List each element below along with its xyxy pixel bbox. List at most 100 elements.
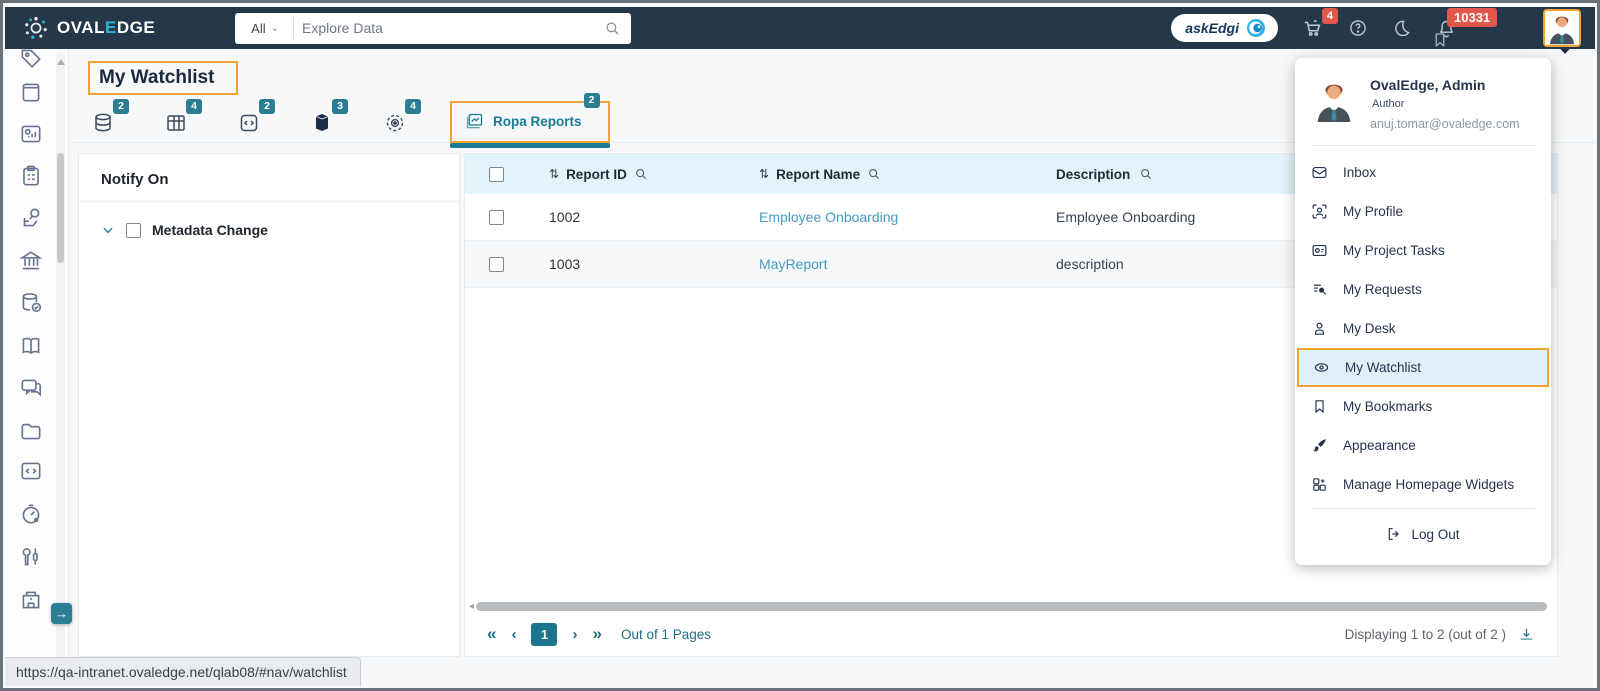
displaying-label: Displaying 1 to 2 (out of 2 ) (1344, 626, 1506, 642)
sort-icon[interactable]: ⇅ (549, 167, 559, 181)
table-icon (167, 115, 185, 131)
left-sidebar (5, 49, 69, 686)
row-checkbox[interactable] (489, 256, 504, 272)
tab-ropa-reports[interactable]: Ropa Reports 2 (450, 93, 611, 148)
tab-queries[interactable]: 2 (237, 99, 275, 137)
menu-item-inbox[interactable]: Inbox (1295, 153, 1551, 192)
sidebar-item-query-sheet[interactable] (18, 458, 46, 486)
tab-services-count: 4 (405, 99, 421, 114)
menu-item-label: My Bookmarks (1343, 399, 1433, 414)
tab-databases[interactable]: 2 (91, 99, 129, 137)
status-url: https://qa-intranet.ovaledge.net/qlab08/… (16, 664, 347, 680)
header-report-name[interactable]: Report Name (776, 167, 860, 182)
sidebar-item-governance[interactable] (18, 248, 46, 276)
search-icon[interactable] (634, 167, 648, 181)
sidebar-item-glossary[interactable] (18, 333, 46, 361)
row-checkbox[interactable] (489, 209, 504, 225)
report-icon (466, 113, 483, 129)
user-role: Author (1372, 98, 1405, 110)
sidebar-item-reports[interactable] (18, 121, 46, 149)
sidebar-item-projects[interactable] (18, 418, 46, 446)
report-description-cell: Employee Onboarding (1056, 209, 1196, 225)
notifications-button[interactable]: 10331 (1436, 7, 1498, 39)
report-name-link[interactable]: MayReport (759, 256, 827, 272)
current-page-indicator[interactable]: 1 (531, 622, 558, 646)
tab-tables-count: 4 (186, 99, 202, 114)
user-avatar-button[interactable] (1543, 9, 1581, 47)
search-icon (606, 22, 619, 35)
search-scope-dropdown[interactable]: All ⌄ (245, 21, 285, 36)
askedgi-eye-icon (1247, 19, 1265, 37)
file-cube-icon (315, 114, 329, 131)
header-report-id[interactable]: Report ID (566, 167, 627, 182)
askedgi-button[interactable]: askEdgi (1171, 14, 1278, 42)
download-icon[interactable] (1518, 626, 1535, 643)
cart-button[interactable]: 4 (1302, 8, 1338, 39)
sidebar-item-journal[interactable] (18, 79, 46, 107)
sidebar-scrollbar[interactable] (56, 53, 65, 682)
timer-icon (22, 504, 40, 524)
theme-toggle-button[interactable] (1392, 18, 1412, 38)
menu-item-manage-homepage-widgets[interactable]: Manage Homepage Widgets (1295, 465, 1551, 504)
search-icon[interactable] (867, 167, 881, 181)
metadata-change-row[interactable]: Metadata Change (79, 202, 459, 258)
menu-item-my-project-tasks[interactable]: My Project Tasks (1295, 231, 1551, 270)
search-input[interactable] (302, 20, 605, 36)
sidebar-scrollbar-thumb[interactable] (57, 153, 64, 263)
sidebar-item-jobs[interactable] (18, 501, 46, 529)
sidebar-item-data-literacy[interactable] (18, 205, 46, 233)
logout-label: Log Out (1411, 526, 1460, 542)
link-status-bar: https://qa-intranet.ovaledge.net/qlab08/… (5, 657, 361, 686)
report-name-link[interactable]: Employee Onboarding (759, 209, 898, 225)
sidebar-item-org[interactable] (18, 587, 46, 615)
paintbrush-icon (1313, 439, 1326, 452)
menu-item-label: My Project Tasks (1343, 243, 1445, 258)
menu-item-my-profile[interactable]: My Profile (1295, 192, 1551, 231)
tab-services[interactable]: 4 (383, 99, 421, 137)
help-button[interactable] (1348, 18, 1368, 38)
sidebar-item-tools[interactable] (18, 544, 46, 572)
tab-files[interactable]: 3 (310, 99, 348, 137)
first-page-button[interactable]: « (487, 624, 496, 644)
clipboard-icon (23, 165, 39, 186)
sort-icon[interactable]: ⇅ (759, 167, 769, 181)
search-icon[interactable] (1139, 167, 1153, 181)
logout-button[interactable]: Log Out (1295, 513, 1551, 555)
sidebar-item-tasks[interactable] (18, 163, 46, 191)
scrollbar-up-arrow-icon[interactable] (57, 59, 65, 65)
header-description[interactable]: Description (1056, 167, 1130, 182)
prev-page-button[interactable]: ‹ (511, 626, 516, 643)
last-page-button[interactable]: » (592, 624, 601, 644)
horizontal-scrollbar-thumb[interactable] (476, 601, 1547, 611)
building-icon (22, 591, 40, 609)
menu-item-my-desk[interactable]: My Desk (1295, 309, 1551, 348)
help-icon (1350, 20, 1366, 36)
scroll-left-arrow-icon[interactable]: ◂ (469, 601, 474, 612)
bank-icon (19, 251, 43, 270)
tab-ropa-reports-label: Ropa Reports (493, 114, 582, 129)
open-book-icon (22, 337, 40, 355)
menu-item-my-requests[interactable]: My Requests (1295, 270, 1551, 309)
sidebar-item-data-quality[interactable] (18, 290, 46, 318)
pages-label: Out of 1 Pages (620, 626, 711, 642)
user-avatar-image (1545, 11, 1579, 45)
menu-item-label: My Requests (1343, 282, 1422, 297)
tab-tables[interactable]: 4 (164, 99, 202, 137)
metadata-change-checkbox[interactable] (126, 222, 141, 238)
sidebar-item-collaboration[interactable] (18, 375, 46, 403)
menu-item-my-bookmarks[interactable]: My Bookmarks (1295, 387, 1551, 426)
select-all-checkbox[interactable] (489, 166, 504, 182)
user-dropdown-menu: OvalEdge, Admin Author anuj.tomar@ovaled… (1295, 58, 1551, 565)
sidebar-item-tag[interactable] (18, 49, 46, 73)
eye-icon (1314, 363, 1329, 372)
menu-item-appearance[interactable]: Appearance (1295, 426, 1551, 465)
inbox-icon (1312, 166, 1327, 179)
database-check-icon (22, 293, 42, 313)
menu-item-my-watchlist[interactable]: My Watchlist (1297, 348, 1549, 387)
ovaledge-logo[interactable]: OVALEDGE (23, 15, 155, 41)
next-page-button[interactable]: › (572, 626, 577, 643)
sidebar-expand-button[interactable]: → (51, 603, 72, 624)
report-description-cell: description (1056, 256, 1124, 272)
top-navbar: OVALEDGE All ⌄ askEdgi (5, 7, 1595, 49)
horizontal-scrollbar[interactable]: ◂ (469, 600, 1547, 612)
